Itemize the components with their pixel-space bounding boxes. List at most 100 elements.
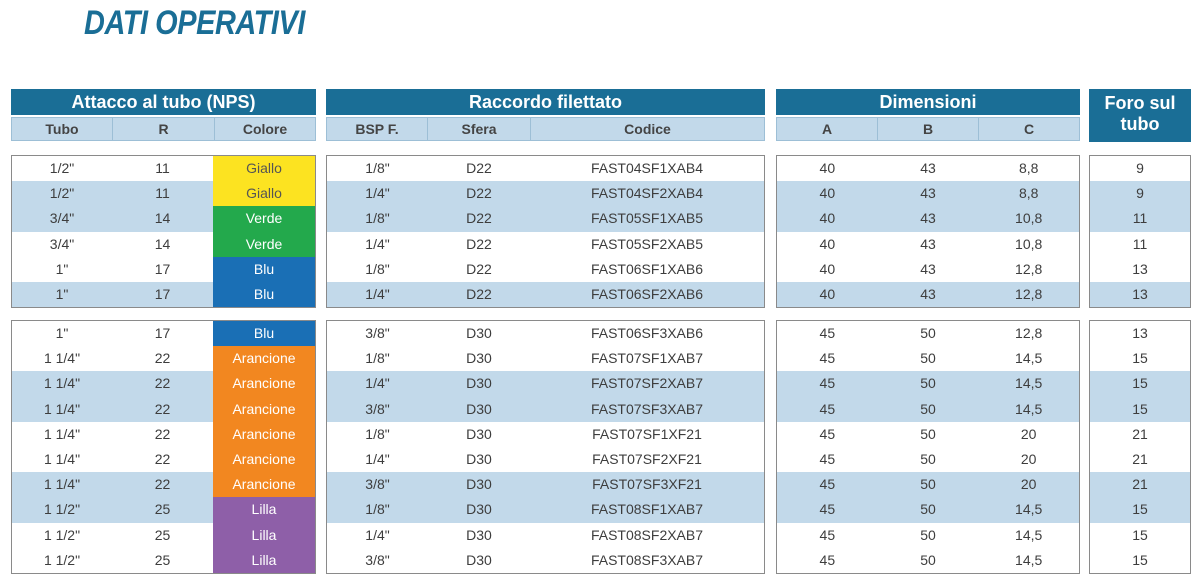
cell-codice: FAST05SF1XAB5 <box>590 210 704 227</box>
cell-colore: Giallo <box>213 181 315 207</box>
table-row: 1" 17 Blu <box>12 321 315 347</box>
cell-bsp: 1/4" <box>365 185 390 202</box>
cell-b: 43 <box>920 285 936 302</box>
table-row: 40 43 12,8 <box>777 256 1079 282</box>
attacco-header: Attacco al tubo (NPS) <box>11 89 316 115</box>
dimensioni-subheader: A B C <box>776 117 1080 141</box>
cell-colore: Arancione <box>213 371 315 397</box>
cell-tubo: 1" <box>55 325 69 341</box>
cell-c: 8,8 <box>1018 160 1039 176</box>
cell-c: 14,5 <box>1015 526 1043 543</box>
raccordo-header: Raccordo filettato <box>326 89 765 115</box>
cell-r: 11 <box>155 160 170 176</box>
cell-a: 45 <box>819 375 836 392</box>
table-row: 40 43 8,8 <box>777 181 1079 207</box>
cell-colore: Blu <box>213 281 315 308</box>
cell-codice: FAST07SF2XAB7 <box>590 375 704 392</box>
table-row: 3/4" 14 Verde <box>12 231 315 257</box>
cell-b: 43 <box>920 185 936 202</box>
cell-foro: 21 <box>1132 450 1148 467</box>
raccordo-subheader: BSP F. Sfera Codice <box>326 117 765 141</box>
table-row: 1/8" D30 FAST07SF1XF21 <box>327 421 764 447</box>
cell-b: 50 <box>920 450 936 467</box>
cell-a: 45 <box>819 450 836 467</box>
cell-codice: FAST08SF1XAB7 <box>590 501 704 518</box>
table-row: 1/4" D30 FAST08SF2XAB7 <box>327 522 764 548</box>
cell-sfera: D30 <box>466 350 492 367</box>
foro-panel: Foro sul tubo 9 9 11 11 13 13 13 15 15 15 21 21 21 1… <box>1089 89 1191 574</box>
table-row: 1/4" D22 FAST05SF2XAB5 <box>327 231 764 257</box>
table-row: 3/4" 14 Verde <box>12 206 315 232</box>
cell-tubo: 1" <box>55 285 69 302</box>
cell-colore: Arancione <box>213 421 315 447</box>
table-row: 15 <box>1090 522 1190 548</box>
cell-c: 14,5 <box>1015 551 1043 568</box>
cell-foro: 15 <box>1132 350 1148 367</box>
cell-c: 12,8 <box>1015 285 1043 302</box>
color-swatch: Arancione <box>213 446 315 473</box>
cell-codice: FAST08SF3XAB7 <box>590 551 704 568</box>
table-row: 1/8" D30 FAST07SF1XAB7 <box>327 346 764 372</box>
cell-bsp: 1/4" <box>365 450 390 467</box>
table-row: 1 1/4" 22 Arancione <box>12 421 315 447</box>
color-swatch: Blu <box>213 321 315 347</box>
cell-colore: Verde <box>213 206 315 232</box>
table-row: 1/8" D22 FAST04SF1XAB4 <box>327 156 764 182</box>
table-row: 1 1/4" 22 Arancione <box>12 446 315 473</box>
cell-bsp: 1/4" <box>365 285 390 302</box>
foro-header: Foro sul tubo <box>1089 89 1191 142</box>
color-swatch: Blu <box>213 256 315 282</box>
cell-foro: 9 <box>1136 160 1144 176</box>
foro-header-line1: Foro sul <box>1104 93 1176 113</box>
cell-colore: Blu <box>213 321 315 347</box>
cell-bsp: 1/8" <box>365 501 390 518</box>
cell-sfera: D22 <box>466 160 492 176</box>
cell-foro: 13 <box>1132 285 1148 302</box>
cell-r: 17 <box>154 325 171 341</box>
cell-tubo: 1 1/2" <box>43 501 81 518</box>
cell-codice: FAST07SF1XF21 <box>592 425 702 442</box>
cell-a: 45 <box>819 551 836 568</box>
cell-tubo: 1 1/4" <box>43 450 81 467</box>
cell-r: 22 <box>154 450 171 467</box>
table-row: 1 1/4" 22 Arancione <box>12 396 315 422</box>
cell-b: 50 <box>920 526 936 543</box>
cell-foro: 13 <box>1132 260 1148 277</box>
cell-sfera: D30 <box>466 551 492 568</box>
color-swatch: Verde <box>213 231 315 257</box>
color-swatch: Blu <box>213 281 315 308</box>
cell-tubo: 1" <box>55 260 69 277</box>
foro-group-1: 9 9 11 11 13 13 <box>1089 155 1191 309</box>
table-row: 45 50 20 <box>777 446 1079 473</box>
color-swatch: Arancione <box>213 421 315 447</box>
cell-r: 22 <box>154 400 171 417</box>
table-row: 11 <box>1090 231 1190 257</box>
cell-colore: Lilla <box>213 522 315 548</box>
table-row: 21 <box>1090 472 1190 498</box>
col-colore: Colore <box>214 118 315 140</box>
cell-tubo: 1 1/4" <box>43 425 81 442</box>
cell-tubo: 1 1/4" <box>43 375 81 392</box>
table-row: 1 1/4" 22 Arancione <box>12 472 315 498</box>
color-swatch: Giallo <box>213 156 315 182</box>
cell-colore: Blu <box>213 256 315 282</box>
cell-codice: FAST07SF3XAB7 <box>590 400 704 417</box>
cell-sfera: D22 <box>466 185 492 202</box>
cell-b: 50 <box>920 476 936 493</box>
cell-a: 45 <box>819 325 836 341</box>
page-title: DATI OPERATIVI <box>84 4 305 42</box>
cell-c: 12,8 <box>1015 260 1043 277</box>
cell-c: 10,8 <box>1015 235 1043 252</box>
cell-r: 14 <box>154 210 171 227</box>
table-row: 1 1/2" 25 Lilla <box>12 497 315 523</box>
cell-b: 50 <box>920 375 936 392</box>
table-row: 40 43 12,8 <box>777 281 1079 308</box>
table-row: 45 50 14,5 <box>777 371 1079 397</box>
cell-foro: 21 <box>1132 425 1148 442</box>
cell-sfera: D22 <box>466 210 492 227</box>
cell-a: 45 <box>819 476 836 493</box>
cell-c: 14,5 <box>1015 501 1043 518</box>
cell-bsp: 1/8" <box>365 350 390 367</box>
cell-foro: 13 <box>1132 325 1148 341</box>
table-row: 1 1/2" 25 Lilla <box>12 547 315 573</box>
